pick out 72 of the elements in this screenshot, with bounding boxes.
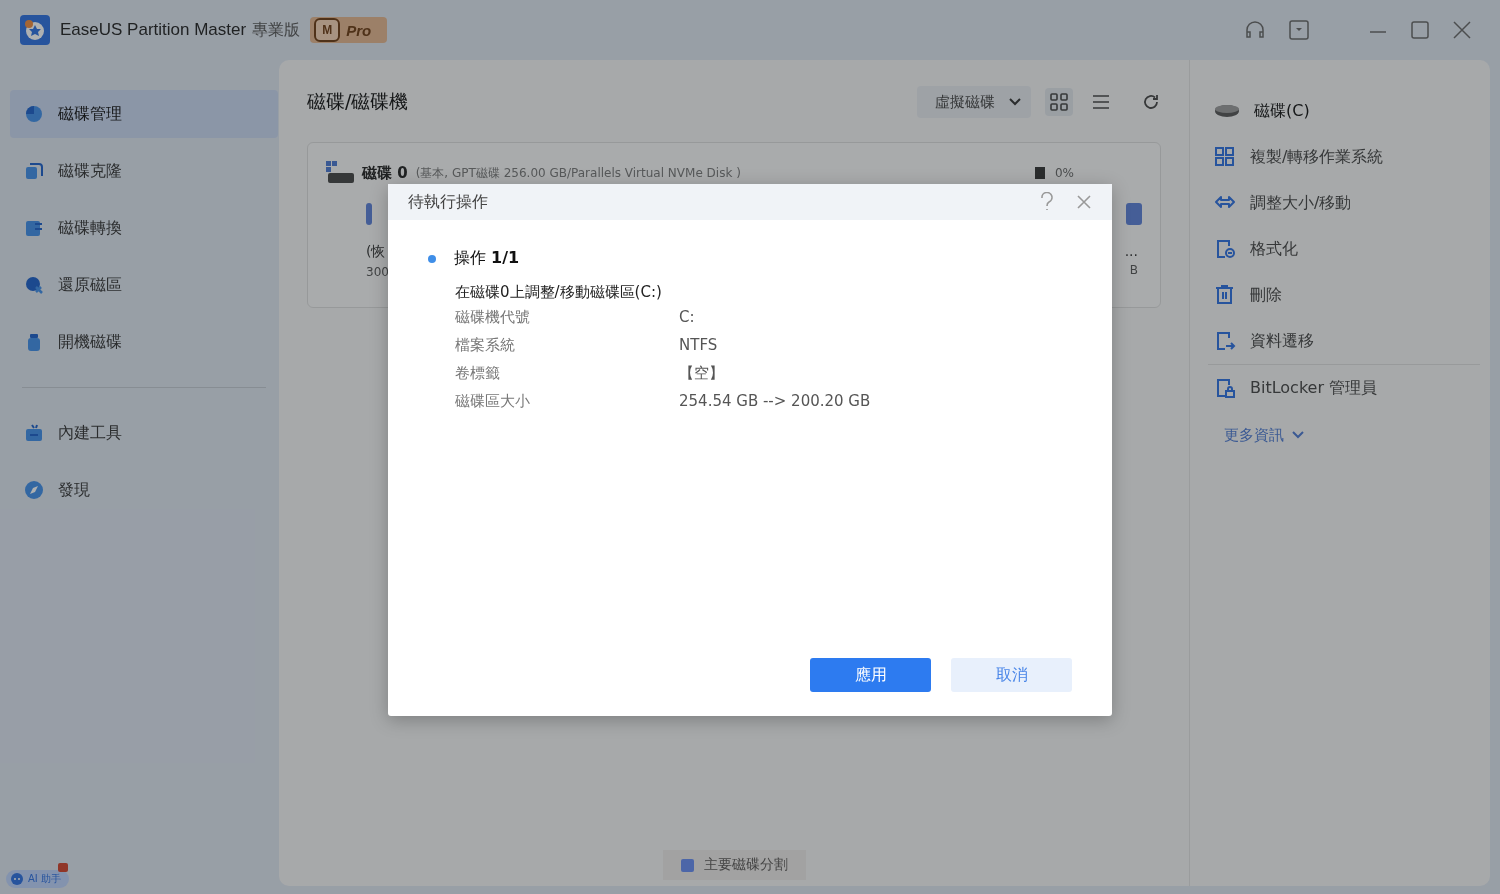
- disk-details: (基本, GPT磁碟 256.00 GB/Parallels Virtual NVMe Disk ): [415, 164, 741, 182]
- disk-name: 磁碟 0: [362, 163, 408, 183]
- edition-label: 專業版: [252, 19, 301, 41]
- sidebar-item[interactable]: 磁碟克隆: [10, 147, 278, 195]
- chevron-icon: [1292, 431, 1304, 439]
- operation-title: 操作 1/1: [454, 248, 520, 269]
- sidebar-item[interactable]: 內建工具: [10, 409, 278, 457]
- partition-bar[interactable]: [1126, 203, 1142, 225]
- apply-button[interactable]: 應用: [810, 658, 931, 692]
- partition-size: B: [1129, 263, 1138, 277]
- toolbox-icon: [24, 423, 44, 443]
- bullet-icon: [428, 254, 436, 263]
- close-icon[interactable]: [1076, 194, 1092, 210]
- partition-size: 300: [366, 265, 389, 279]
- detail-label: 卷標籤: [455, 364, 501, 383]
- dropdown-icon[interactable]: [1288, 19, 1310, 41]
- compass-icon: [24, 480, 44, 500]
- sidebar-item[interactable]: 發現: [10, 466, 278, 514]
- action-button[interactable]: 刪除: [1214, 272, 1480, 318]
- grid-icon: [1050, 93, 1068, 111]
- pro-badge: M Pro: [310, 17, 388, 43]
- partition-label: (恢: [366, 243, 387, 261]
- detail-label: 磁碟機代號: [455, 308, 531, 327]
- partition-label: ...: [1124, 243, 1138, 259]
- format-icon: [1214, 238, 1236, 260]
- dialog-title: 待執行操作: [408, 191, 489, 213]
- app-logo-icon: [20, 15, 50, 45]
- detail-value: 254.54 GB --> 200.20 GB: [679, 392, 872, 411]
- virtual-disk-dropdown[interactable]: 虛擬磁碟: [917, 86, 1031, 118]
- clone-icon: [24, 161, 44, 181]
- robot-icon: [10, 872, 24, 886]
- app-title: EaseUS Partition Master: [60, 20, 247, 40]
- disk-usage: 0%: [1054, 166, 1074, 180]
- sidebar-item[interactable]: 磁碟轉換: [10, 204, 278, 252]
- maximize-icon[interactable]: [1410, 20, 1430, 40]
- refresh-icon[interactable]: [1141, 92, 1161, 112]
- help-icon[interactable]: [1040, 192, 1054, 212]
- action-button[interactable]: 資料遷移: [1214, 318, 1480, 364]
- sidebar-item[interactable]: 開機磁碟: [10, 318, 278, 366]
- chevron-icon: [1009, 98, 1021, 106]
- sidebar-item[interactable]: 磁碟管理: [10, 90, 278, 138]
- list-icon: [1092, 93, 1110, 111]
- action-button[interactable]: 調整大小/移動: [1214, 180, 1480, 226]
- operation-description: 在磁碟0上調整/移動磁碟區(C:): [455, 283, 663, 302]
- partition-bar[interactable]: [366, 203, 372, 225]
- disk-icon: [326, 161, 354, 185]
- detail-value: 【空】: [679, 364, 725, 383]
- detail-label: 磁碟區大小: [455, 392, 531, 411]
- trash-icon: [1214, 284, 1236, 306]
- action-button[interactable]: BitLocker 管理員: [1214, 365, 1480, 411]
- detail-value: C:: [679, 308, 696, 327]
- disk-header: 磁碟(C): [1214, 88, 1480, 134]
- detail-value: NTFS: [679, 336, 719, 355]
- page-title: 磁碟/磁碟機: [307, 89, 409, 114]
- recover-icon: [24, 275, 44, 295]
- action-button[interactable]: 格式化: [1214, 226, 1480, 272]
- lock-icon: [1214, 377, 1236, 399]
- action-button[interactable]: 複製/轉移作業系統: [1214, 134, 1480, 180]
- grid-icon: [1214, 146, 1236, 168]
- sidebar-item[interactable]: 還原磁區: [10, 261, 278, 309]
- headset-icon[interactable]: [1244, 19, 1266, 41]
- convert-icon: [24, 218, 44, 238]
- migrate-icon: [1214, 330, 1236, 352]
- disk-usage-icon: [1032, 165, 1047, 181]
- detail-label: 檔案系統: [455, 336, 516, 355]
- pie-icon: [24, 104, 44, 124]
- notification-badge: [58, 863, 68, 872]
- cancel-button[interactable]: 取消: [951, 658, 1072, 692]
- close-icon[interactable]: [1452, 20, 1472, 40]
- legend-label: 主要磁碟分割: [703, 856, 788, 874]
- more-info-link[interactable]: 更多資訊: [1214, 411, 1480, 459]
- grid-view-button[interactable]: [1045, 88, 1073, 116]
